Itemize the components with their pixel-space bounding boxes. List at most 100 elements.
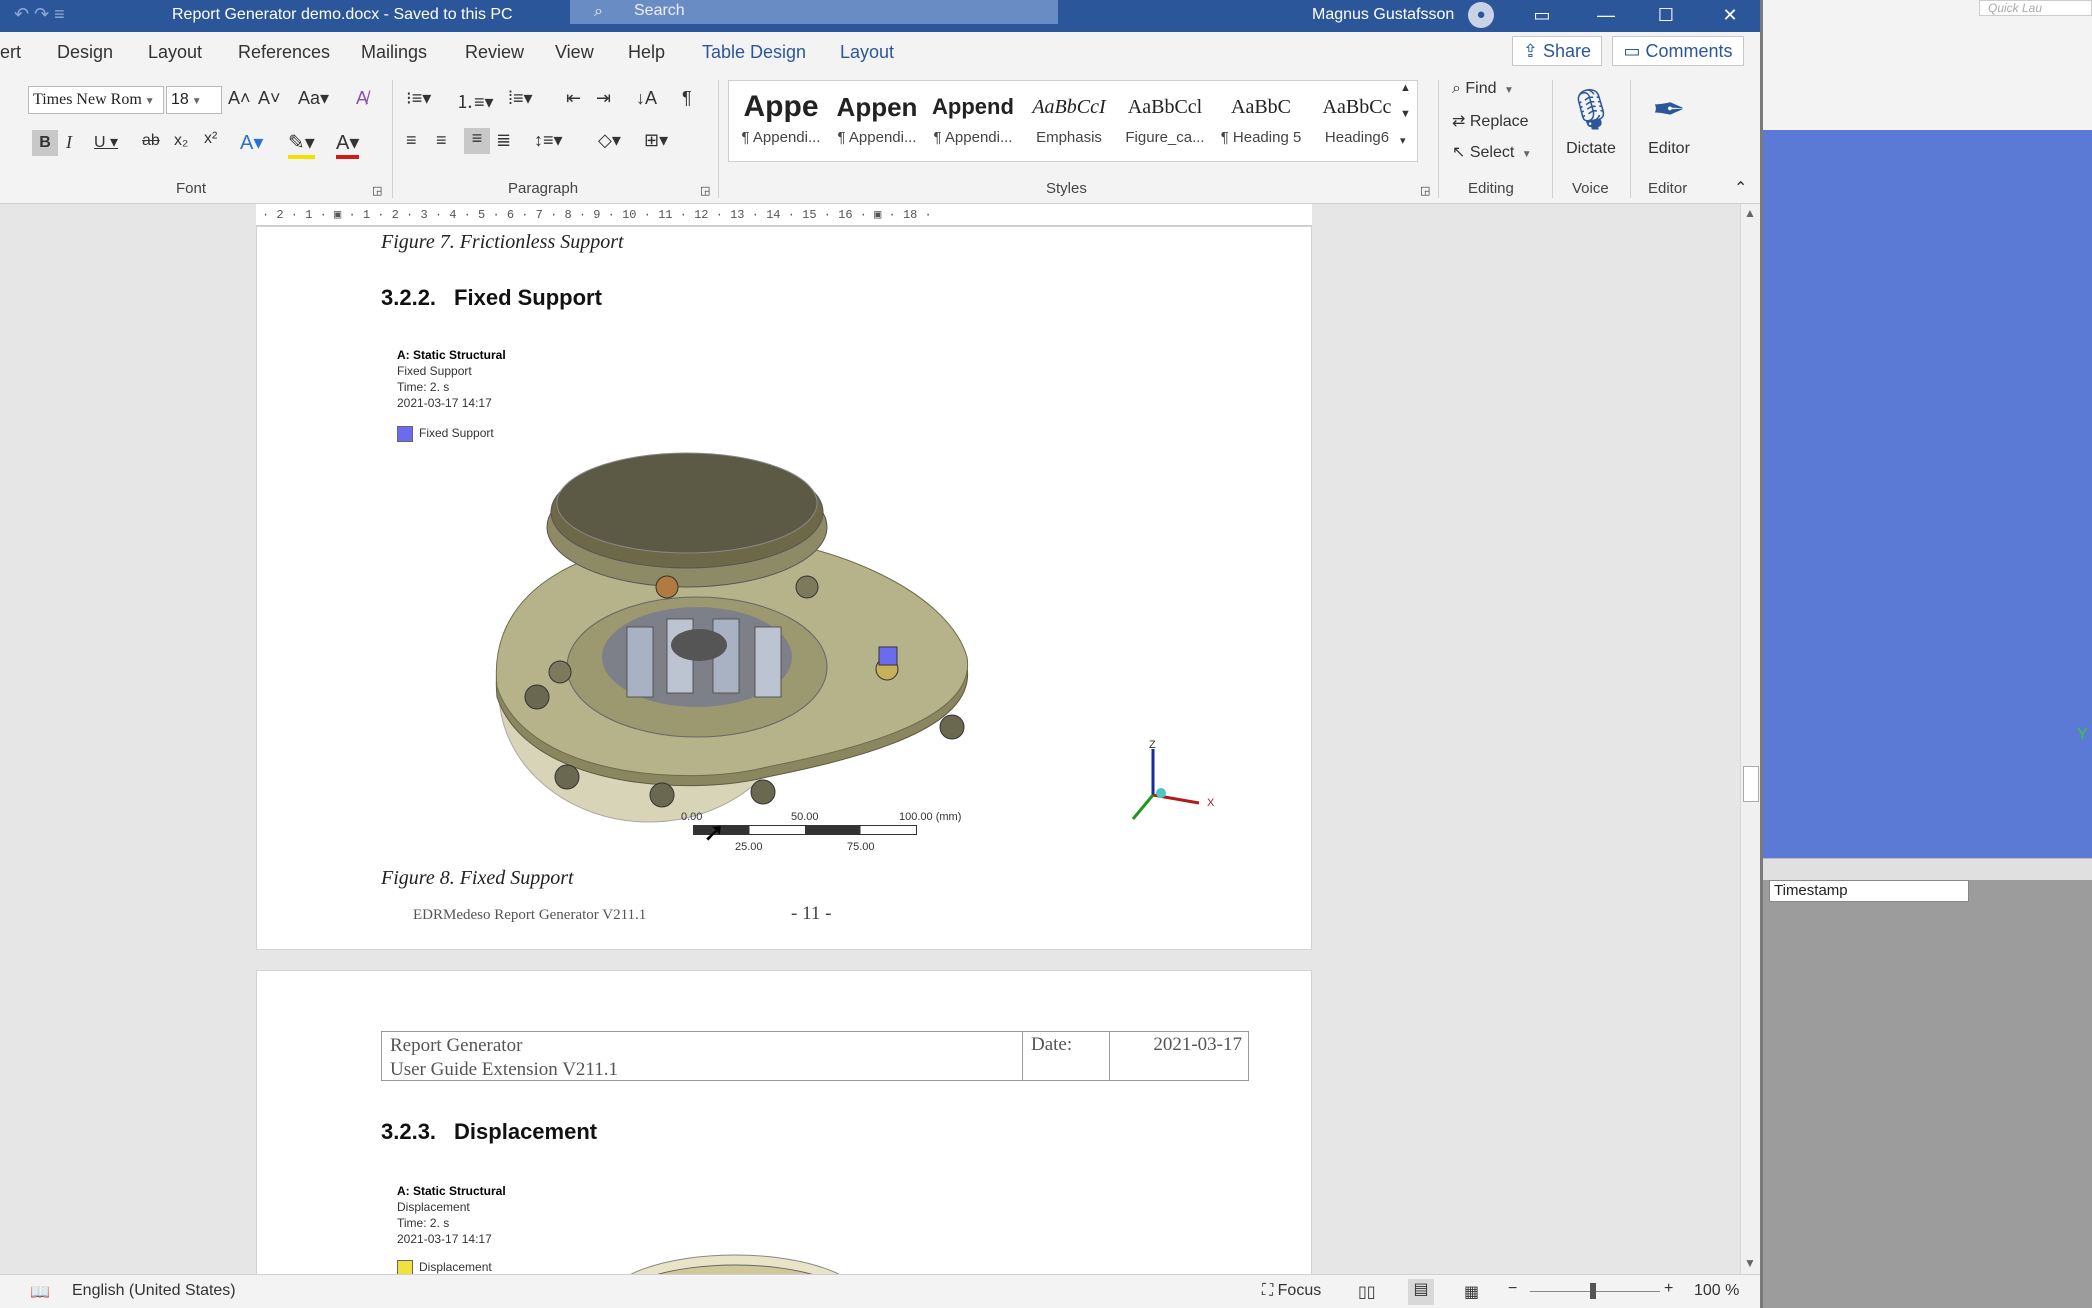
proofing-icon[interactable]: 📖	[30, 1282, 50, 1302]
page-12[interactable]: Report Generator User Guide Extension V2…	[256, 970, 1312, 1274]
focus-button[interactable]: ⛶ Focus	[1262, 1282, 1321, 1300]
multilevel-list-icon[interactable]: ⁞≡▾	[508, 88, 533, 109]
share-icon: ⇪	[1522, 41, 1544, 61]
style-heading-5[interactable]: AaBbC ¶ Heading 5	[1213, 89, 1309, 146]
close-button[interactable]: ✕	[1700, 0, 1760, 32]
tab-insert[interactable]: ert	[0, 42, 21, 63]
borders-icon[interactable]: ⊞▾	[644, 130, 668, 151]
tab-table-layout[interactable]: Layout	[840, 42, 894, 63]
decrease-indent-icon[interactable]: ⇤	[566, 88, 581, 109]
web-layout-icon[interactable]: ▦	[1464, 1282, 1479, 1302]
tab-design[interactable]: Design	[57, 42, 113, 63]
tab-help[interactable]: Help	[628, 42, 665, 63]
clear-formatting-icon[interactable]: A̸	[356, 88, 368, 109]
horizontal-ruler[interactable]: · 2 · 1 · ▣ · 1 · 2 · 3 · 4 · 5 · 6 · 7 …	[256, 204, 1312, 226]
style-preview: Appen	[836, 92, 918, 122]
print-layout-icon[interactable]: ▤	[1408, 1279, 1434, 1305]
text-effects-icon[interactable]: A▾	[240, 130, 263, 155]
vertical-scrollbar[interactable]: ▲ ▼	[1740, 204, 1760, 1274]
avatar[interactable]: ●	[1468, 2, 1494, 28]
bold-button[interactable]: B	[32, 130, 58, 156]
style-preview: Appe	[743, 90, 819, 123]
comments-button[interactable]: ▭ Comments	[1612, 36, 1744, 66]
zoom-level[interactable]: 100 %	[1694, 1282, 1739, 1300]
align-center-icon[interactable]: ≡	[436, 130, 447, 151]
group-label-styles: Styles	[1046, 180, 1087, 197]
shading-icon[interactable]: ◇▾	[598, 130, 621, 151]
styles-scroll-up-icon[interactable]: ▲	[1400, 82, 1411, 94]
highlight-icon[interactable]: ✎▾	[288, 130, 315, 159]
tab-mailings[interactable]: Mailings	[361, 42, 427, 63]
shrink-font-icon[interactable]: A˅	[258, 88, 281, 109]
subscript-button[interactable]: x₂	[174, 132, 188, 150]
line-spacing-icon[interactable]: ↕≡▾	[534, 130, 563, 151]
superscript-button[interactable]: x²	[204, 130, 217, 148]
quick-access-icons[interactable]: ↶ ↷ ≡	[14, 4, 65, 25]
replace-button[interactable]: ⇄ Replace	[1452, 111, 1529, 131]
justify-icon[interactable]: ≣	[496, 130, 511, 151]
minimize-button[interactable]: —	[1576, 0, 1636, 32]
style-name: Figure_ca...	[1125, 129, 1205, 146]
scroll-up-icon[interactable]: ▲	[1744, 206, 1756, 220]
tab-references[interactable]: References	[238, 42, 330, 63]
maximize-button[interactable]: ☐	[1636, 0, 1696, 32]
search-icon: ⌕	[594, 3, 603, 20]
user-name[interactable]: Magnus Gustafsson	[1312, 6, 1454, 24]
scrollbar-thumb[interactable]	[1743, 766, 1759, 802]
timestamp-column-header[interactable]: Timestamp	[1769, 880, 1969, 902]
change-case-icon[interactable]: Aa▾	[298, 88, 329, 109]
style-emphasis[interactable]: AaBbCcI Emphasis	[1021, 89, 1117, 146]
align-left-icon[interactable]: ≡	[406, 130, 417, 151]
increase-indent-icon[interactable]: ⇥	[596, 88, 611, 109]
strikethrough-button[interactable]: ab	[142, 132, 160, 150]
font-size-select[interactable]: 18 ▼	[166, 86, 222, 114]
styles-gallery: Appe ¶ Appendi... Appen ¶ Appendi... Appen…	[728, 80, 1418, 162]
tab-layout[interactable]: Layout	[148, 42, 202, 63]
style-appendix-2[interactable]: Appen ¶ Appendi...	[829, 89, 925, 146]
tab-view[interactable]: View	[555, 42, 594, 63]
style-appendix-1[interactable]: Appe ¶ Appendi...	[733, 89, 829, 146]
dictate-button[interactable]: 🎙 Dictate	[1556, 80, 1626, 158]
styles-scroll-down-icon[interactable]: ▼	[1400, 108, 1411, 120]
share-button[interactable]: ⇪ Share	[1512, 36, 1602, 66]
tab-table-design[interactable]: Table Design	[702, 42, 806, 63]
language-indicator[interactable]: English (United States)	[72, 1282, 236, 1300]
zoom-slider-thumb[interactable]	[1590, 1283, 1596, 1299]
styles-more-icon[interactable]: ▾	[1400, 134, 1406, 147]
background-viewport[interactable]	[1763, 130, 2092, 858]
bullets-icon[interactable]: ⁝≡▾	[406, 88, 431, 109]
paragraph-dialog-launcher-icon[interactable]: ◲	[700, 184, 710, 197]
document-title[interactable]: Report Generator demo.docx - Saved to th…	[172, 6, 513, 24]
figure-caption: Figure 8. Fixed Support	[381, 867, 574, 889]
select-button[interactable]: ↖ Select ▼	[1452, 142, 1532, 162]
sort-icon[interactable]: ↓A	[636, 88, 657, 109]
zoom-out-icon[interactable]: −	[1508, 1280, 1517, 1298]
read-mode-icon[interactable]: ▯▯	[1358, 1282, 1376, 1302]
font-dialog-launcher-icon[interactable]: ◲	[372, 184, 382, 197]
numbering-icon[interactable]: ⒈≡▾	[456, 88, 494, 114]
background-splitter[interactable]	[1763, 858, 2092, 880]
search-box[interactable]: ⌕ Search	[570, 0, 1058, 24]
quick-launch-input[interactable]: Quick Lau	[1979, 0, 2092, 16]
font-name-select[interactable]: Times New Rom ▼	[28, 86, 164, 114]
italic-button[interactable]: I	[66, 132, 72, 153]
scroll-down-icon[interactable]: ▼	[1744, 1256, 1756, 1270]
font-color-icon[interactable]: A▾	[336, 130, 360, 159]
part-3d-render-partial[interactable]	[575, 1243, 895, 1274]
style-figure-caption[interactable]: AaBbCcl Figure_ca...	[1117, 89, 1213, 146]
align-right-icon[interactable]: ≡	[464, 128, 490, 154]
zoom-in-icon[interactable]: +	[1664, 1280, 1673, 1298]
grow-font-icon[interactable]: A˄	[228, 88, 251, 109]
find-button[interactable]: ⌕ Find ▼	[1452, 80, 1514, 98]
page-11[interactable]: Figure 7. Frictionless Support 3.2.2. Fix…	[256, 226, 1312, 950]
editor-button[interactable]: ✒ Editor	[1634, 80, 1704, 158]
underline-button[interactable]: U ▾	[94, 132, 118, 152]
collapse-ribbon-icon[interactable]: ⌃	[1734, 178, 1747, 198]
tab-review[interactable]: Review	[465, 42, 524, 63]
style-appendix-3[interactable]: Append ¶ Appendi...	[925, 89, 1021, 146]
styles-dialog-launcher-icon[interactable]: ◲	[1420, 184, 1430, 197]
ribbon-display-options-icon[interactable]: ▭	[1512, 0, 1572, 32]
part-3d-render[interactable]	[467, 397, 987, 837]
show-formatting-marks-icon[interactable]: ¶	[682, 88, 692, 109]
style-heading-6[interactable]: AaBbCc Heading6	[1309, 89, 1405, 146]
